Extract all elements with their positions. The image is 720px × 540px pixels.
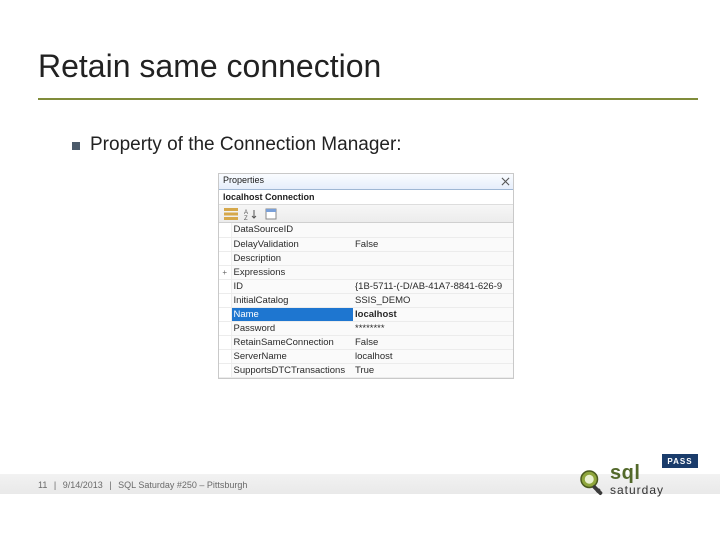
property-row[interactable]: DelayValidationFalse [219, 237, 513, 251]
logo-sql: sql [610, 462, 664, 485]
property-name: ServerName [231, 349, 353, 363]
sqlsaturday-logo: PASS sql saturday [578, 454, 696, 506]
expand-icon[interactable]: + [219, 265, 231, 279]
footer-page: 11 [38, 480, 47, 490]
bullet-marker [72, 142, 80, 150]
property-row[interactable]: ID{1B-5711-(-D/AB-41A7-8841-626-9 [219, 279, 513, 293]
gutter-cell [219, 363, 231, 377]
gutter-cell [219, 349, 231, 363]
property-value[interactable]: {1B-5711-(-D/AB-41A7-8841-626-9 [353, 279, 513, 293]
property-row[interactable]: RetainSameConnectionFalse [219, 335, 513, 349]
property-value[interactable]: False [353, 237, 513, 251]
property-value[interactable]: True [353, 363, 513, 377]
property-name: SupportsDTCTransactions [231, 363, 353, 377]
property-name: Expressions [231, 265, 353, 279]
properties-header-title: Properties [223, 175, 264, 185]
properties-target: localhost Connection [219, 190, 513, 205]
footer-text: 11 | 9/14/2013 | SQL Saturday #250 – Pit… [38, 480, 247, 490]
property-row[interactable]: ServerNamelocalhost [219, 349, 513, 363]
gutter-cell [219, 293, 231, 307]
property-row[interactable]: DataSourceID [219, 223, 513, 237]
slide-title-area: Retain same connection [38, 48, 690, 85]
logo-sub: saturday [610, 483, 664, 497]
close-icon[interactable] [499, 175, 511, 187]
property-row[interactable]: Description [219, 251, 513, 265]
slide: Retain same connection Property of the C… [0, 0, 720, 540]
pass-badge: PASS [662, 454, 698, 468]
magnifier-key-icon [578, 468, 608, 498]
title-divider [38, 98, 698, 100]
property-value[interactable]: SSIS_DEMO [353, 293, 513, 307]
property-row[interactable]: InitialCatalogSSIS_DEMO [219, 293, 513, 307]
gutter-cell [219, 251, 231, 265]
property-row[interactable]: Namelocalhost [219, 307, 513, 321]
property-value[interactable] [353, 265, 513, 279]
slide-title: Retain same connection [38, 48, 690, 85]
gutter-cell [219, 307, 231, 321]
gutter-cell [219, 321, 231, 335]
categorized-icon[interactable] [223, 207, 239, 221]
properties-header: Properties [219, 174, 513, 190]
property-row[interactable]: Password******** [219, 321, 513, 335]
property-name: DelayValidation [231, 237, 353, 251]
footer-date: 9/14/2013 [63, 480, 103, 490]
properties-toolbar: AZ [219, 205, 513, 223]
property-name: DataSourceID [231, 223, 353, 237]
property-row[interactable]: SupportsDTCTransactionsTrue [219, 363, 513, 377]
property-pages-icon[interactable] [263, 207, 279, 221]
svg-text:Z: Z [244, 216, 248, 220]
gutter-cell [219, 237, 231, 251]
property-name: RetainSameConnection [231, 335, 353, 349]
footer-event: SQL Saturday #250 – Pittsburgh [118, 480, 247, 490]
body-area: Property of the Connection Manager: [72, 134, 402, 156]
property-name: InitialCatalog [231, 293, 353, 307]
property-name: Password [231, 321, 353, 335]
property-name: ID [231, 279, 353, 293]
bullet-item: Property of the Connection Manager: [72, 134, 402, 156]
logo-text: sql saturday [610, 462, 664, 497]
properties-panel: Properties localhost Connection AZ DataS… [218, 173, 514, 379]
property-value[interactable]: False [353, 335, 513, 349]
properties-grid: DataSourceIDDelayValidationFalseDescript… [219, 223, 513, 378]
property-value[interactable]: ******** [353, 321, 513, 335]
gutter-cell [219, 223, 231, 237]
property-row[interactable]: +Expressions [219, 265, 513, 279]
footer-sep-1: | [50, 480, 60, 490]
gutter-cell [219, 335, 231, 349]
bullet-text: Property of the Connection Manager: [90, 134, 402, 156]
property-value[interactable] [353, 223, 513, 237]
property-name: Description [231, 251, 353, 265]
alphabetical-icon[interactable]: AZ [243, 207, 259, 221]
property-value[interactable]: localhost [353, 349, 513, 363]
property-name: Name [231, 307, 353, 321]
footer-sep-2: | [105, 480, 115, 490]
gutter-cell [219, 279, 231, 293]
property-value[interactable] [353, 251, 513, 265]
property-value[interactable]: localhost [353, 307, 513, 321]
